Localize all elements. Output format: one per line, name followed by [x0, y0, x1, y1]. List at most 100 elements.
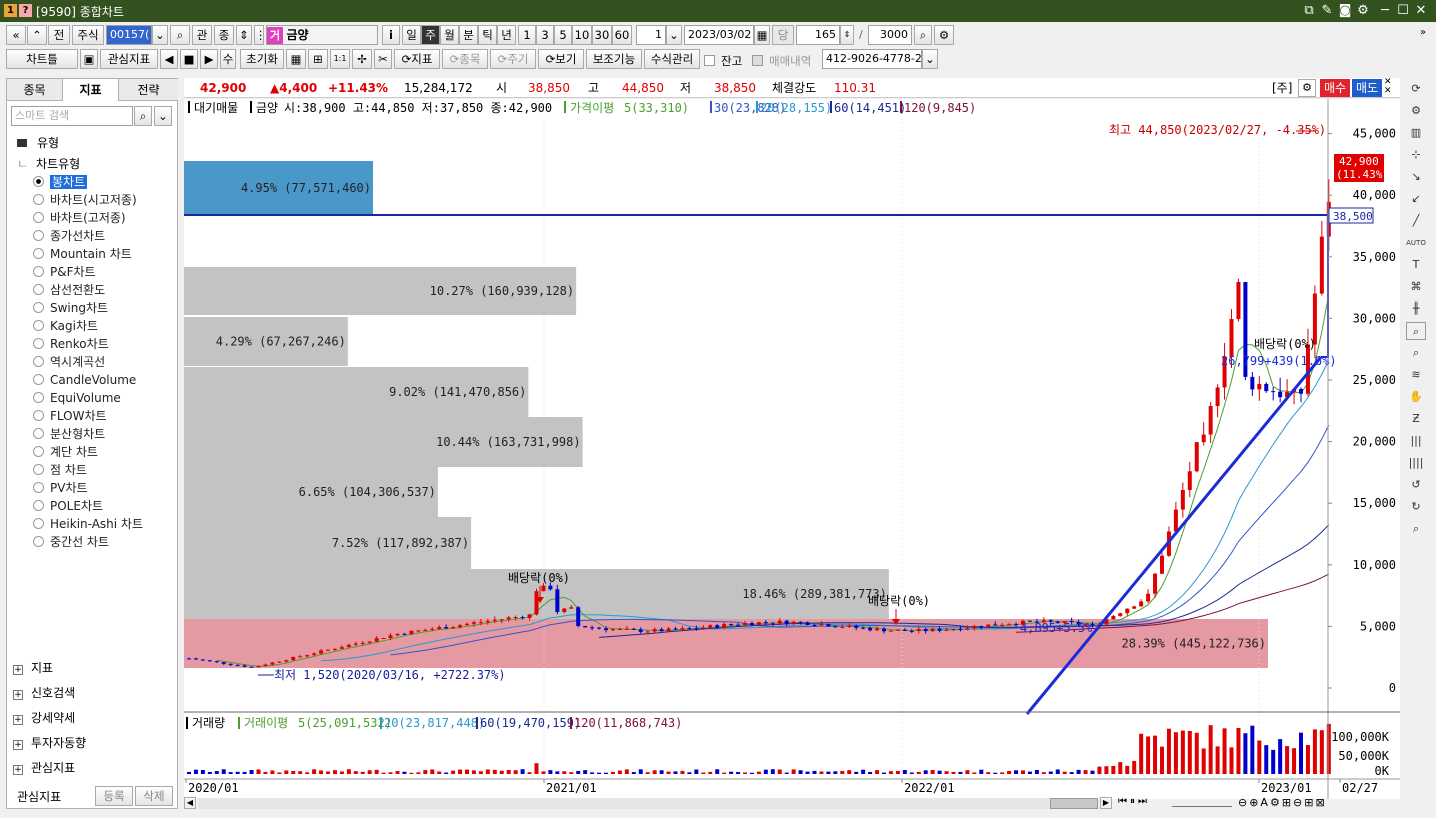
period-tab-1[interactable]: 주 — [421, 25, 440, 45]
cross-line-icon[interactable]: ⊹ — [1406, 146, 1426, 164]
redo-icon[interactable]: ↻ — [1406, 498, 1426, 516]
more-icon[interactable]: ⋮ — [254, 25, 264, 45]
section-item[interactable]: + 강세약세 — [13, 709, 75, 727]
camera-icon[interactable]: ◙ — [1336, 2, 1354, 20]
chart-type-item[interactable]: 점 차트 — [33, 461, 87, 479]
register-button[interactable]: 등록 — [95, 786, 133, 806]
layout-icon[interactable]: ⊞ — [308, 49, 328, 69]
expand-icon[interactable]: » — [1420, 27, 1430, 47]
chart-type-item[interactable]: Renko차트 — [33, 335, 109, 353]
balance-checkbox[interactable]: 잔고 — [704, 53, 742, 69]
minute-tab-1[interactable]: 1 — [518, 25, 536, 45]
one-to-one-icon[interactable]: 1:1 — [330, 49, 350, 69]
playback-controls[interactable]: ⏮⏸⏭ — [1118, 796, 1150, 807]
first-icon[interactable]: « — [6, 25, 26, 45]
section-item[interactable]: + 신호검색 — [13, 684, 75, 702]
scroll-left-icon[interactable]: ◀ — [184, 797, 196, 809]
maximize-icon[interactable]: ☐ — [1394, 2, 1412, 20]
tab-indicator[interactable]: 지표 — [63, 79, 119, 101]
minute-tab-60[interactable]: 60 — [612, 25, 632, 45]
tab-stock[interactable]: 종목 — [7, 79, 63, 101]
delete-button[interactable]: 삭제 — [135, 786, 173, 806]
scroll-thumb[interactable] — [1050, 798, 1098, 809]
unit-dropdown-icon[interactable]: ⌄ — [666, 25, 682, 45]
zigzag-icon[interactable]: Ƶ — [1406, 410, 1426, 428]
ray-tool-icon[interactable]: ↙ — [1406, 190, 1426, 208]
multi-lines-icon[interactable]: |||| — [1406, 454, 1426, 472]
folder-type[interactable]: 유형 — [17, 134, 59, 151]
gear-icon[interactable]: ⚙ — [1406, 102, 1426, 120]
line-tool-icon[interactable]: ↘ — [1406, 168, 1426, 186]
play-icon[interactable]: ▶ — [200, 49, 218, 69]
fibonacci-icon[interactable]: ≋ — [1406, 366, 1426, 384]
category1-button[interactable]: 관 — [192, 25, 212, 45]
stock-code-input[interactable]: 00157( — [106, 25, 152, 45]
search-icon[interactable]: ⌕ — [134, 106, 152, 126]
market-select[interactable]: 주식 — [72, 25, 104, 45]
diagonal-tool-icon[interactable]: ╱ — [1406, 212, 1426, 230]
indicator-button[interactable]: ⟳지표 — [394, 49, 440, 69]
chart-type-item[interactable]: Mountain 차트 — [33, 245, 132, 263]
search-icon[interactable]: ⌕ — [170, 25, 190, 45]
crosshair-icon[interactable]: ✢ — [352, 49, 372, 69]
chart-canvas[interactable]: 4.95% (77,571,460) 10.27% (160,939,128) 4.… — [184, 99, 1400, 799]
cycle-button[interactable]: ⟳주기 — [490, 49, 536, 69]
stop-icon[interactable]: ■ — [180, 49, 198, 69]
save-icon[interactable]: ▣ — [80, 49, 98, 69]
calendar-icon[interactable]: ▦ — [754, 25, 770, 45]
scissors-icon[interactable]: ✂ — [374, 49, 392, 69]
count-stepper-icon[interactable]: ⇕ — [840, 25, 854, 45]
close-icon[interactable]: ✕ — [1412, 2, 1430, 20]
section-item[interactable]: + 투자자동향 — [13, 734, 86, 752]
chart-type-item[interactable]: CandleVolume — [33, 371, 136, 389]
candle-tool-icon[interactable]: ╫ — [1406, 300, 1426, 318]
link-icon[interactable]: ⧉ — [1300, 2, 1318, 20]
smart-search-input[interactable]: 스마트 검색 — [11, 106, 133, 126]
count-input[interactable]: 165 — [796, 25, 840, 45]
chart-type-item[interactable]: 분산형차트 — [33, 425, 105, 443]
period-tab-0[interactable]: 일 — [402, 25, 421, 45]
max-input[interactable]: 3000 — [868, 25, 912, 45]
period-tab-3[interactable]: 분 — [459, 25, 478, 45]
minimize-icon[interactable]: ─ — [1376, 2, 1394, 20]
chart-type-item[interactable]: POLE차트 — [33, 497, 103, 515]
zoom-in-icon[interactable]: ⌕ — [1406, 322, 1426, 340]
settings-gear-icon[interactable]: ⚙ — [934, 25, 954, 45]
chart-type-item[interactable]: P&F차트 — [33, 263, 96, 281]
chart-type-item[interactable]: Kagi차트 — [33, 317, 98, 335]
text-tool-icon[interactable]: T — [1406, 256, 1426, 274]
chart-type-item[interactable]: Heikin-Ashi 차트 — [33, 515, 143, 533]
scroll-track[interactable] — [198, 798, 1098, 809]
period-tab-2[interactable]: 월 — [440, 25, 459, 45]
account-select[interactable]: 412-9026-4778-2 — [822, 49, 922, 69]
chart-type-item[interactable]: 봉차트 — [33, 173, 88, 191]
chart-scrollbar[interactable]: ◀ ▶ ⏮⏸⏭ ⊖⊕A⚙⊞⊖⊞⊠ — [184, 796, 1400, 811]
chart-type-item[interactable]: 바차트(시고저종) — [33, 191, 137, 209]
close-small-icon[interactable]: ✕ ✕ — [1384, 78, 1396, 96]
refresh-icon[interactable]: ⟳ — [1406, 80, 1426, 98]
view-button[interactable]: ⟳보기 — [538, 49, 584, 69]
vertical-lines-icon[interactable]: ||| — [1406, 432, 1426, 450]
code-dropdown-icon[interactable]: ⌄ — [152, 25, 168, 45]
chart-type-item[interactable]: 삼선전환도 — [33, 281, 105, 299]
subfolder-chart-type[interactable]: ㄴ 차트유형 — [17, 155, 80, 172]
help-badge[interactable]: ? — [19, 4, 32, 17]
reset-button[interactable]: 초기화 — [240, 49, 284, 69]
zoom-buttons[interactable]: ⊖⊕A⚙⊞⊖⊞⊠ — [1238, 796, 1327, 809]
chart-settings-icon[interactable]: ⚙ — [1298, 79, 1316, 97]
info-button[interactable]: i — [382, 25, 400, 45]
chart-type-item[interactable]: PV차트 — [33, 479, 88, 497]
prev-button[interactable]: 전 — [48, 25, 70, 45]
minute-tab-30[interactable]: 30 — [592, 25, 612, 45]
chart-type-item[interactable]: 계단 차트 — [33, 443, 98, 461]
chart-type-item[interactable]: 중간선 차트 — [33, 533, 109, 551]
sell-button[interactable]: 매도 — [1352, 79, 1382, 97]
unit-select[interactable]: 1 — [636, 25, 666, 45]
zoom-slider[interactable] — [1172, 799, 1232, 807]
minute-tab-5[interactable]: 5 — [554, 25, 572, 45]
section-item[interactable]: + 관심지표 — [13, 759, 75, 777]
minute-tab-10[interactable]: 10 — [572, 25, 592, 45]
chart-type-item[interactable]: EquiVolume — [33, 389, 121, 407]
category2-button[interactable]: 종 — [214, 25, 234, 45]
bar-chart-icon[interactable]: ▥ — [1406, 124, 1426, 142]
